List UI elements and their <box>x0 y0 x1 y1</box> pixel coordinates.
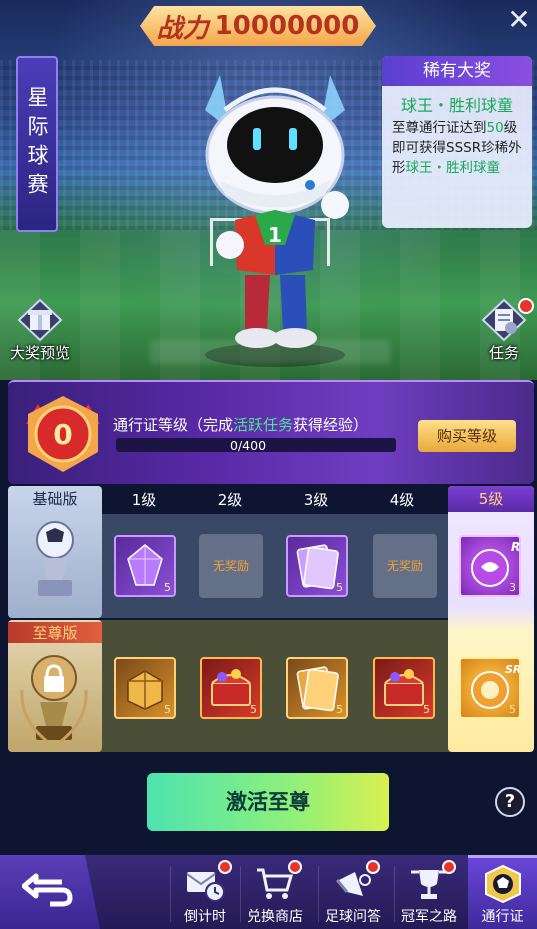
task-label: 任务 <box>488 344 519 362</box>
nav-football-quiz[interactable]: 足球问答 <box>320 858 386 928</box>
nav-label: 通行证 <box>481 909 524 925</box>
power-value: 10000000 <box>214 11 360 41</box>
notification-dot <box>218 860 232 874</box>
notification-dot <box>442 860 456 874</box>
rare-prize-title: 稀有大奖 <box>382 56 532 86</box>
prize-preview-button[interactable]: 大奖预览 <box>0 298 80 368</box>
gift-icon <box>15 298 65 342</box>
ball-badge-icon <box>481 862 525 906</box>
robot-character: 1 <box>205 75 349 367</box>
premium-tier-label: 至尊版 <box>8 622 102 643</box>
basic-reward-4-empty: 无奖励 <box>373 534 437 598</box>
level-header-2: 2级 <box>217 491 243 509</box>
blurred-caption <box>150 340 390 364</box>
power-banner: 战力 10000000 <box>140 6 376 46</box>
nav-label: 倒计时 <box>184 909 226 925</box>
premium-reward-1[interactable]: 5 <box>114 657 176 719</box>
rare-prize-desc: 至尊通行证达到50级即可获得SSSR珍稀外形球王・胜利球童 <box>392 120 522 176</box>
nav-separator <box>394 866 395 922</box>
nav-label: 冠军之路 <box>401 909 457 925</box>
level-header-1: 1级 <box>131 491 157 509</box>
power-label: 战力 <box>156 13 209 44</box>
event-tag: 星际球赛 <box>16 56 58 232</box>
back-arrow-icon <box>22 873 73 907</box>
reward-qty: 5 <box>164 581 171 594</box>
premium-reward-5[interactable]: SR 5 <box>459 657 521 719</box>
reward-qty: 5 <box>423 703 430 716</box>
event-tag-label: 星际球赛 <box>25 86 49 202</box>
nav-label: 足球问答 <box>325 909 381 925</box>
level-description: 通行证等级（完成活跃任务获得经验） <box>113 416 369 434</box>
exp-progress-text: 0/400 <box>230 438 267 453</box>
notification-dot <box>288 860 302 874</box>
buy-level-button[interactable]: 购买等级 <box>418 420 516 452</box>
reward-qty: 5 <box>250 703 257 716</box>
task-button[interactable]: 任务 <box>464 298 537 368</box>
basic-reward-2-empty: 无奖励 <box>199 534 263 598</box>
task-notification-dot <box>518 298 534 314</box>
premium-reward-3[interactable]: 5 <box>286 657 348 719</box>
level-number: 0 <box>53 418 72 451</box>
activate-premium-button[interactable]: 激活至尊 <box>147 773 389 831</box>
level-header-4: 4级 <box>389 491 415 509</box>
basic-tier-label: 基础版 <box>32 490 78 508</box>
rare-prize-name: 球王・胜利球童 <box>400 96 513 115</box>
basic-reward-1[interactable]: 5 <box>114 535 176 597</box>
help-icon[interactable]: ? <box>495 787 525 817</box>
nav-champion-road[interactable]: 冠军之路 <box>396 858 462 928</box>
nav-countdown[interactable]: 倒计时 <box>172 858 238 928</box>
nav-separator <box>318 866 319 922</box>
basic-reward-5[interactable]: R 3 <box>459 535 521 597</box>
close-icon[interactable]: ✕ <box>505 6 533 34</box>
back-button[interactable] <box>0 855 100 929</box>
reward-qty: 5 <box>509 703 516 716</box>
silver-trophy-icon <box>36 521 74 596</box>
gold-lock-trophy-icon <box>20 655 88 744</box>
reward-qty: 5 <box>164 703 171 716</box>
reward-qty: 3 <box>509 581 516 594</box>
level-panel: 0 通行证等级（完成活跃任务获得经验） 0/400 购买等级 <box>8 380 534 484</box>
level-header-3: 3级 <box>303 491 329 509</box>
svg-text:R: R <box>511 540 519 554</box>
premium-reward-4[interactable]: 5 <box>373 657 435 719</box>
basic-reward-3[interactable]: 5 <box>286 535 348 597</box>
nav-label: 兑换商店 <box>247 909 303 925</box>
nav-separator <box>170 866 171 922</box>
premium-reward-2[interactable]: 5 <box>200 657 262 719</box>
svg-text:SR: SR <box>505 663 519 676</box>
prize-preview-label: 大奖预览 <box>9 344 70 362</box>
nav-separator <box>240 866 241 922</box>
reward-qty: 5 <box>336 581 343 594</box>
reward-qty: 5 <box>336 703 343 716</box>
nav-pass[interactable]: 通行证 <box>468 855 537 929</box>
notification-dot <box>366 860 380 874</box>
level-badge: 0 <box>26 396 100 472</box>
level-header-5: 5级 <box>448 486 534 512</box>
svg-text:1: 1 <box>268 223 282 247</box>
nav-exchange-shop[interactable]: 兑换商店 <box>242 858 308 928</box>
rare-prize-card: 稀有大奖 球王・胜利球童 至尊通行证达到50级即可获得SSSR珍稀外形球王・胜利… <box>382 56 532 228</box>
